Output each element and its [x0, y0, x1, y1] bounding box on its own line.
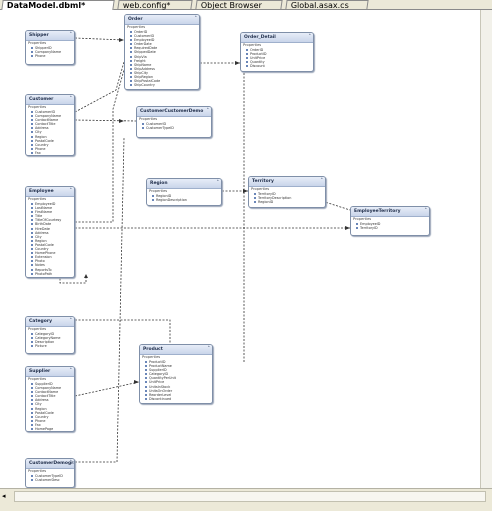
line-customer-customerdemo	[74, 119, 137, 122]
tab-label: web.config*	[122, 1, 171, 10]
property[interactable]: RegionDescription	[147, 198, 221, 202]
entity-order-detail[interactable]: Order_Detail ˄ Properties OrderID Product…	[240, 32, 314, 72]
property[interactable]: ShipCountry	[125, 83, 199, 87]
entity-shipper[interactable]: Shipper ˄ Properties ShipperID CompanyNam…	[25, 30, 75, 65]
property[interactable]: TerritoryID	[351, 226, 429, 230]
property[interactable]: HomePage	[26, 427, 74, 431]
entity-title: Region ˄	[147, 179, 221, 189]
property[interactable]: CustomerDesc	[26, 478, 74, 482]
tab-datamodel-dbml[interactable]: DataModel.dbml*	[1, 0, 115, 10]
property[interactable]: PhotoPath	[26, 272, 74, 276]
arrow-customerdemo	[119, 119, 124, 123]
property[interactable]: Picture	[26, 344, 74, 348]
property[interactable]: RegionID	[249, 200, 325, 204]
collapse-chevron-icon[interactable]: ˄	[208, 345, 211, 354]
collapse-chevron-icon[interactable]: ˄	[70, 187, 73, 196]
line-employee-order	[75, 69, 125, 223]
entity-title: Order_Detail ˄	[241, 33, 313, 43]
line-shipper-order	[74, 37, 125, 41]
tab-label: Object Browser	[200, 1, 262, 10]
arrow-employee-self	[84, 274, 88, 278]
entity-customer-customer-demo[interactable]: CustomerCustomerDemo ˄ Properties Custome…	[136, 106, 212, 138]
line-supplier-product	[74, 381, 140, 397]
property[interactable]: Discontinued	[140, 397, 212, 401]
entity-region[interactable]: Region ˄ Properties RegionID RegionDescri…	[146, 178, 222, 206]
line-customer-order	[74, 61, 125, 113]
diagram-canvas[interactable]: Shipper ˄ Properties ShipperID CompanyNam…	[0, 10, 480, 488]
entity-title: Product ˄	[140, 345, 212, 355]
entity-territory[interactable]: Territory ˄ Properties TerritoryID Territ…	[248, 176, 326, 208]
collapse-chevron-icon[interactable]: ˄	[70, 317, 73, 326]
entity-category[interactable]: Category ˄ Properties CategoryID Category…	[25, 316, 75, 354]
collapse-chevron-icon[interactable]: ˄	[207, 107, 210, 116]
collapse-chevron-icon[interactable]: ˄	[425, 207, 428, 216]
collapse-chevron-icon[interactable]: ˄	[309, 33, 312, 42]
property[interactable]: Discount	[241, 64, 313, 68]
collapse-chevron-icon[interactable]: ˄	[321, 177, 324, 186]
line-customerdemographic-customerdemo	[75, 137, 125, 463]
horizontal-scrollbar[interactable]: ◂	[0, 488, 492, 511]
entity-product[interactable]: Product ˄ Properties ProductID ProductNam…	[139, 344, 213, 404]
entity-title: Supplier ˄	[26, 367, 74, 377]
tab-label: DataModel.dbml*	[6, 1, 86, 10]
collapse-chevron-icon[interactable]: ˄	[217, 179, 220, 188]
entity-title: Category ˄	[26, 317, 74, 327]
entity-customer-demographic[interactable]: CustomerDemographic˄ Properties Customer…	[25, 458, 75, 488]
collapse-chevron-icon[interactable]: ˄	[195, 15, 198, 24]
entity-title: CustomerDemographic˄	[26, 459, 74, 469]
entity-title: Shipper ˄	[26, 31, 74, 41]
entity-title: Territory ˄	[249, 177, 325, 187]
collapse-chevron-icon[interactable]: ˄	[70, 459, 73, 468]
collapse-chevron-icon[interactable]: ˄	[70, 367, 73, 376]
entity-title: EmployeeTerritory ˄	[351, 207, 429, 217]
property[interactable]: CustomerTypeID	[137, 126, 211, 130]
tab-label: Global.asax.cs	[290, 1, 349, 10]
entity-title: Customer ˄	[26, 95, 74, 105]
vertical-scrollbar[interactable]	[480, 10, 492, 488]
tab-object-browser[interactable]: Object Browser	[195, 0, 283, 10]
entity-title: Order ˄	[125, 15, 199, 25]
scroll-left-arrow-icon[interactable]: ◂	[2, 492, 10, 500]
entity-order[interactable]: Order ˄ Properties OrderID CustomerID Emp…	[124, 14, 200, 90]
tab-web-config[interactable]: web.config*	[117, 0, 193, 10]
entity-title: Employee ˄	[26, 187, 74, 197]
entity-employee-territory[interactable]: EmployeeTerritory ˄ Properties EmployeeID…	[350, 206, 430, 236]
tab-global-asax-cs[interactable]: Global.asax.cs	[285, 0, 369, 10]
document-tab-bar: DataModel.dbml* web.config* Object Brows…	[0, 0, 492, 10]
collapse-chevron-icon[interactable]: ˄	[70, 31, 73, 40]
entity-employee[interactable]: Employee ˄ Properties EmployeeID LastName…	[25, 186, 75, 278]
line-category-product	[75, 319, 171, 345]
property[interactable]: Fax	[26, 151, 74, 155]
property[interactable]: Phone	[26, 54, 74, 58]
entity-title: CustomerCustomerDemo ˄	[137, 107, 211, 117]
scroll-thumb[interactable]	[14, 491, 486, 502]
entity-supplier[interactable]: Supplier ˄ Properties SupplierID CompanyN…	[25, 366, 75, 432]
entity-customer[interactable]: Customer ˄ Properties CustomerID CompanyN…	[25, 94, 75, 156]
collapse-chevron-icon[interactable]: ˄	[70, 95, 73, 104]
